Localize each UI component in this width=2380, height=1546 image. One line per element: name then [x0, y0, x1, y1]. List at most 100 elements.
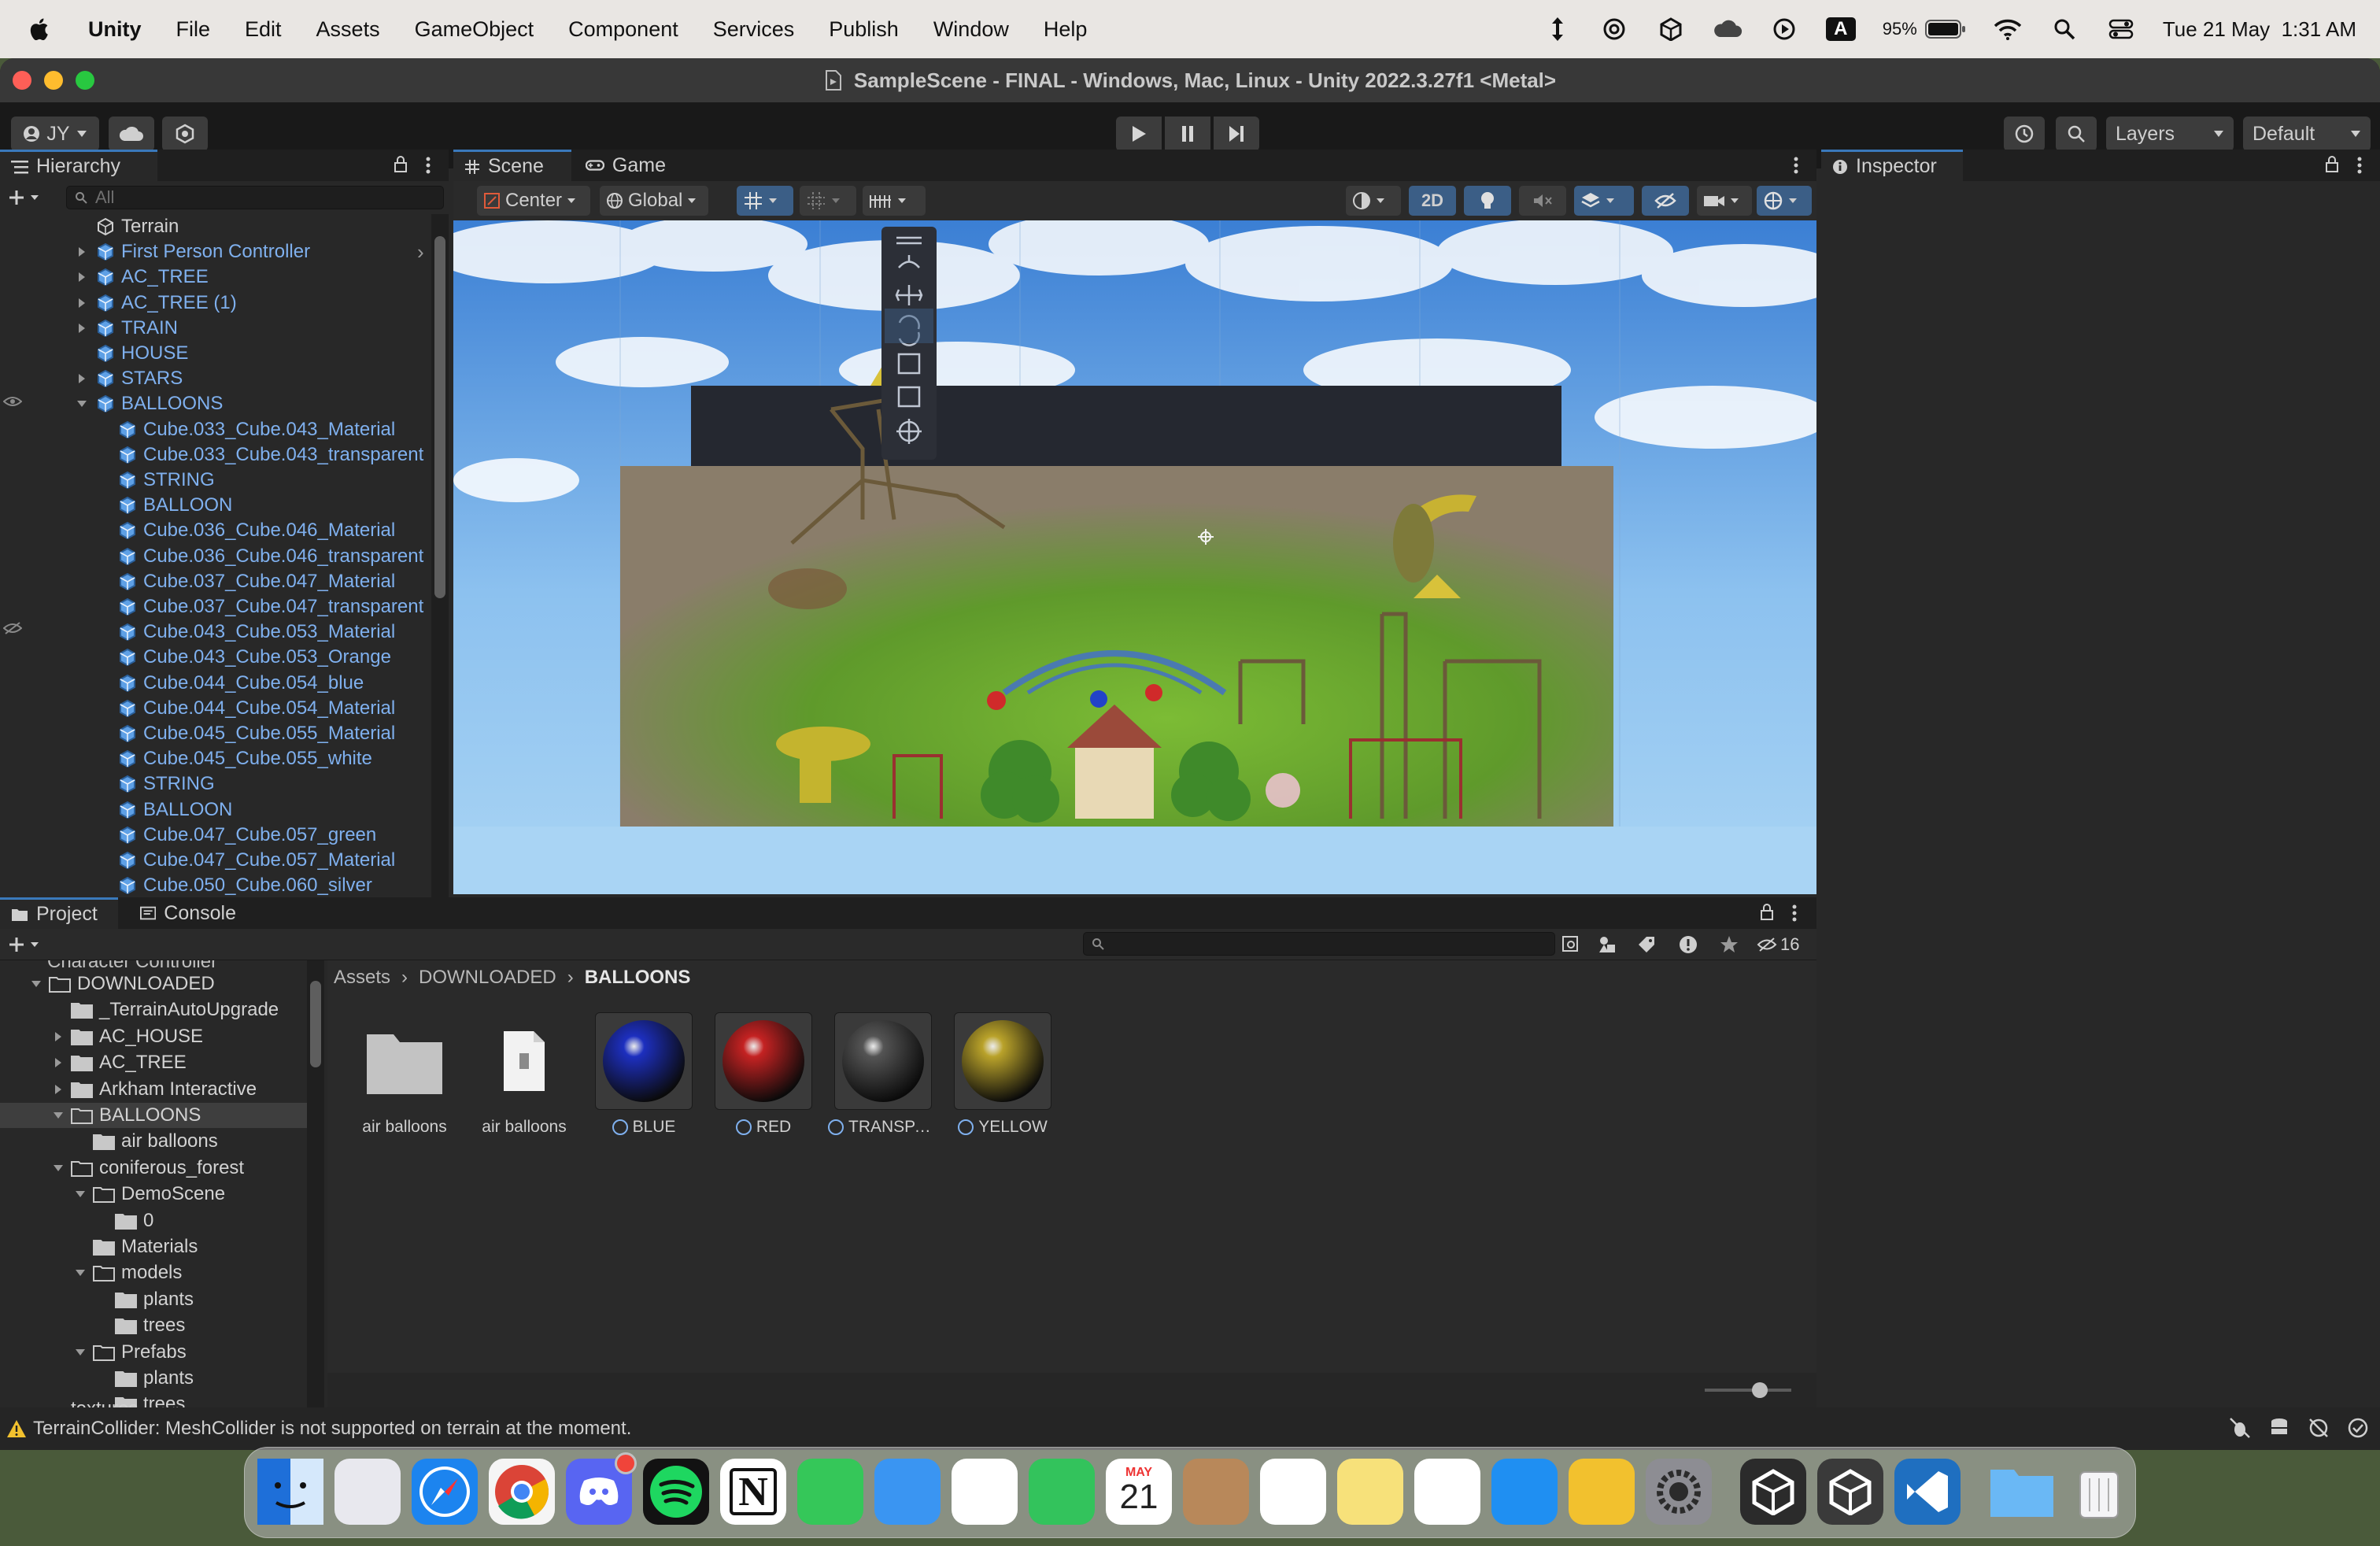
hierarchy-item[interactable]: Cube.047_Cube.057_green [118, 823, 376, 848]
asset-item[interactable]: TRANSPAR... [828, 1009, 938, 1143]
search-button[interactable] [2056, 117, 2097, 151]
tree-row[interactable]: air balloons [0, 1129, 307, 1154]
collab-button[interactable] [162, 117, 208, 151]
favorite-star-icon[interactable] [1719, 934, 1739, 955]
lock-icon[interactable] [1760, 904, 1774, 921]
space-global-dropdown[interactable]: Global [600, 186, 708, 216]
hierarchy-item[interactable]: Cube.033_Cube.043_Material [118, 417, 395, 442]
hidden-eye-icon[interactable] [3, 622, 22, 634]
hierarchy-item[interactable]: Cube.037_Cube.047_transparent [118, 594, 423, 620]
tree-row[interactable]: AC_TREE [0, 1050, 307, 1075]
tree-row[interactable]: Arkham Interactive [0, 1077, 307, 1102]
open-prefab-arrow-icon[interactable]: › [417, 240, 424, 264]
messages-icon[interactable] [797, 1459, 863, 1525]
collapse-arrow-icon[interactable] [74, 1346, 87, 1359]
gizmos-dropdown[interactable] [1757, 186, 1812, 216]
hierarchy-item[interactable]: Cube.050_Cube.060_silver [118, 873, 372, 898]
reminders-icon[interactable] [1260, 1459, 1326, 1525]
menu-file[interactable]: File [176, 17, 211, 42]
input-source-badge[interactable]: A [1825, 17, 1856, 41]
collapse-arrow-icon[interactable] [52, 1109, 65, 1122]
unity-hub-icon[interactable] [1740, 1459, 1806, 1525]
expand-arrow-icon[interactable] [76, 297, 88, 309]
hierarchy-item[interactable]: Cube.036_Cube.046_Material [118, 518, 395, 543]
menu-gameobject[interactable]: GameObject [415, 17, 534, 42]
hierarchy-item[interactable]: Cube.045_Cube.055_white [118, 746, 372, 771]
finder-icon[interactable] [257, 1459, 323, 1525]
hierarchy-item[interactable]: STARS [76, 366, 183, 391]
scene-viewport[interactable] [453, 220, 1816, 894]
scene-visibility-toggle[interactable] [1642, 186, 1689, 216]
menu-assets[interactable]: Assets [316, 17, 380, 42]
hierarchy-item[interactable]: AC_TREE [76, 264, 209, 290]
app-store-icon[interactable] [1491, 1459, 1558, 1525]
hierarchy-item[interactable]: BALLOON [118, 797, 232, 823]
hierarchy-item[interactable]: Cube.047_Cube.057_Material [118, 848, 395, 873]
lighting-toggle[interactable] [1464, 186, 1511, 216]
tree-row[interactable]: AC_HOUSE [0, 1024, 307, 1049]
hierarchy-item[interactable]: Cube.036_Cube.046_transparent [118, 544, 423, 569]
hierarchy-item[interactable]: BALLOON [118, 493, 232, 518]
expand-arrow-icon[interactable] [76, 372, 88, 385]
chrome-icon[interactable] [489, 1459, 555, 1525]
collapse-arrow-icon[interactable] [30, 978, 42, 990]
tree-row[interactable]: DOWNLOADED [0, 971, 307, 997]
asset-item[interactable]: air balloons [349, 1009, 460, 1143]
tree-row[interactable]: trees [0, 1313, 307, 1338]
asset-item[interactable]: air balloons [469, 1009, 579, 1143]
system-settings-icon[interactable] [1646, 1459, 1712, 1525]
lock-icon[interactable] [394, 156, 408, 173]
mail-icon[interactable] [874, 1459, 941, 1525]
menu-window[interactable]: Window [933, 17, 1009, 42]
tree-row[interactable]: plants [0, 1366, 307, 1391]
grid-visibility-dropdown[interactable] [863, 186, 926, 216]
play-circle-icon[interactable] [1769, 17, 1799, 41]
status-bar[interactable]: TerrainCollider: MeshCollider is not sup… [0, 1407, 2380, 1450]
clock[interactable]: Tue 21 May 1:31 AM [2163, 17, 2356, 42]
tab-hierarchy[interactable]: Hierarchy [0, 150, 157, 181]
check-circle-icon[interactable] [2347, 1417, 2369, 1439]
tree-row[interactable]: coniferous_forest [0, 1156, 307, 1181]
menu-help[interactable]: Help [1044, 17, 1088, 42]
hierarchy-item[interactable]: Cube.033_Cube.043_transparent [118, 442, 423, 468]
hierarchy-item[interactable]: Cube.043_Cube.053_Material [118, 620, 395, 645]
close-window-button[interactable] [13, 71, 31, 90]
spotify-icon[interactable] [643, 1459, 709, 1525]
breadcrumb-balloons[interactable]: BALLOONS [585, 967, 691, 989]
collapse-arrow-icon[interactable] [76, 398, 88, 410]
search-options-icon[interactable] [1561, 935, 1580, 954]
filter-type-icon[interactable] [1598, 935, 1618, 954]
safari-icon[interactable] [412, 1459, 478, 1525]
menu-edit[interactable]: Edit [245, 17, 282, 42]
hierarchy-item[interactable]: HOUSE [76, 341, 188, 366]
freeform-icon[interactable] [1414, 1459, 1480, 1525]
shading-mode-dropdown[interactable] [1346, 186, 1401, 216]
undo-history-button[interactable] [2004, 117, 2045, 151]
hierarchy-item[interactable]: Terrain [96, 214, 179, 239]
expand-arrow-icon[interactable] [76, 271, 88, 283]
scene-render[interactable] [453, 220, 1816, 894]
vertical-arrows-icon[interactable] [1543, 17, 1572, 41]
notion-icon[interactable]: N [720, 1459, 786, 1525]
play-button[interactable] [1116, 117, 1162, 151]
hierarchy-scrollbar[interactable] [431, 214, 449, 901]
menu-services[interactable]: Services [713, 17, 795, 42]
pause-button[interactable] [1165, 117, 1210, 151]
downloads-folder-icon[interactable] [1989, 1459, 2055, 1525]
tree-row[interactable]: _TerrainAutoUpgrade [0, 997, 307, 1023]
expand-arrow-icon[interactable] [52, 1030, 65, 1043]
account-button[interactable]: JY [11, 117, 99, 151]
cache-server-icon[interactable] [2268, 1417, 2290, 1439]
label-tag-icon[interactable] [1637, 935, 1656, 954]
expand-arrow-icon[interactable] [52, 1083, 65, 1096]
hierarchy-search-input[interactable]: All [66, 186, 444, 209]
icloud-icon[interactable] [1713, 17, 1743, 41]
expand-arrow-icon[interactable] [76, 322, 88, 335]
creative-cloud-icon[interactable] [1599, 17, 1629, 41]
minimize-window-button[interactable] [44, 71, 63, 90]
hierarchy-scroll-thumb[interactable] [434, 236, 445, 598]
apple-icon[interactable] [27, 15, 54, 43]
hierarchy-item[interactable]: Cube.037_Cube.047_Material [118, 569, 395, 594]
collapse-arrow-icon[interactable] [74, 1188, 87, 1200]
project-add-button[interactable] [8, 934, 52, 956]
